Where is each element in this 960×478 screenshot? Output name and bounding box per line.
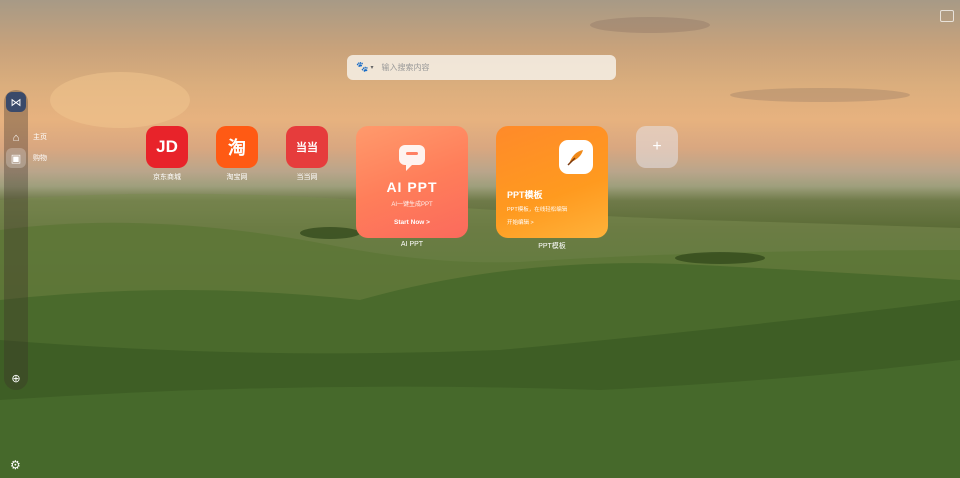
home-icon[interactable]: ⌂ [6,128,26,148]
tile-dangdang-label: 当当网 [296,174,318,181]
logo-icon[interactable]: ⋈ [6,92,26,112]
search-input[interactable] [379,62,604,73]
tile-taobao-label: 淘宝网 [226,174,248,181]
card-ppt-cta[interactable]: 开始编辑 > [507,218,534,226]
card-ai-cta[interactable]: Start Now > [356,219,468,226]
shopping-icon[interactable]: ▣ [6,148,26,168]
card-ai-ppt[interactable]: AI PPT AI一键生成PPT Start Now > [356,126,468,238]
tile-dangdang[interactable]: 当当 [286,126,328,168]
chevron-down-icon[interactable]: ▾ [370,64,373,71]
paw-icon[interactable]: 🐾 [356,62,368,73]
tile-jd[interactable]: JD [146,126,188,168]
taobao-logo: 淘 [228,138,246,158]
skin-icon[interactable] [940,10,954,22]
card-ai-label: AI PPT [400,241,424,248]
sidebar: ⋈ ⌂ ▣ ⊕ [4,90,28,390]
feather-icon [559,140,593,174]
card-ai-title: AI PPT [386,179,438,195]
sidebar-item-shopping-label[interactable]: 购物 [33,153,47,163]
sidebar-item-home-label[interactable]: 主页 [33,132,47,142]
card-ppt-title: PPT模板 [507,190,543,200]
add-shortcut-button[interactable]: + [636,126,678,168]
card-ppt-subtitle: PPT模板，在线轻松编辑 [507,207,568,213]
plus-icon: + [652,138,662,155]
add-category-icon[interactable]: ⊕ [6,368,26,388]
card-ppt-label: PPT模板 [538,243,566,250]
gear-icon[interactable]: ⚙ [10,458,21,472]
tile-jd-label: 京东商城 [153,174,181,181]
tile-taobao[interactable]: 淘 [216,126,258,168]
search-bar[interactable]: 🐾 ▾ [347,55,616,80]
card-ai-subtitle: AI一键生成PPT [391,202,433,208]
dangdang-logo: 当当 [296,142,318,154]
jd-logo: JD [156,137,178,156]
card-ppt-template[interactable]: PPT模板 PPT模板，在线轻松编辑 开始编辑 > [496,126,608,238]
chat-bubble-icon [399,145,425,171]
